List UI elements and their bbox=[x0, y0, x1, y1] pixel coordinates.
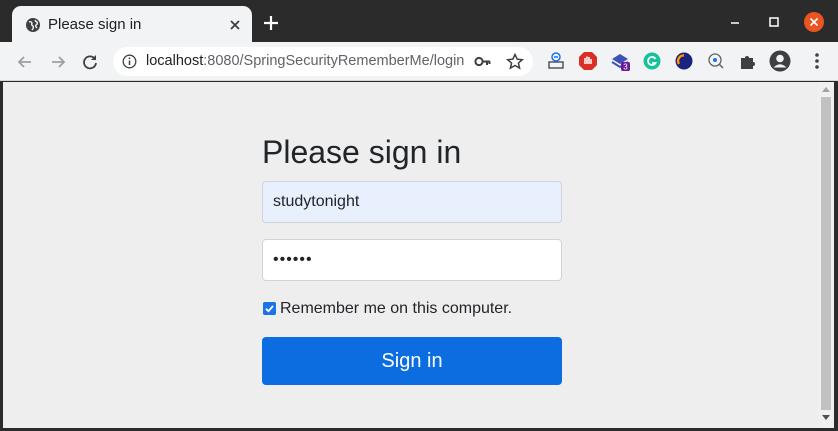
key-icon[interactable] bbox=[474, 54, 492, 69]
star-icon[interactable] bbox=[506, 53, 524, 70]
vertical-scrollbar[interactable] bbox=[818, 82, 834, 428]
browser-toolbar: localhost:8080/SpringSecurityRememberMe/… bbox=[0, 42, 838, 81]
url-path: :8080/SpringSecurityRememberMe/login bbox=[203, 53, 465, 69]
puzzle-icon[interactable] bbox=[738, 51, 758, 71]
forward-arrow-icon[interactable] bbox=[48, 52, 68, 72]
avatar-icon[interactable] bbox=[769, 50, 791, 72]
extension-stack-icon[interactable]: 3 bbox=[610, 51, 630, 71]
extension-badge: 3 bbox=[623, 63, 628, 72]
sign-in-button[interactable]: Sign in bbox=[262, 337, 562, 385]
kebab-menu-icon[interactable] bbox=[807, 51, 827, 71]
remember-me-checkbox[interactable] bbox=[263, 302, 276, 315]
extension-printer-icon[interactable] bbox=[546, 51, 566, 71]
back-arrow-icon[interactable] bbox=[15, 52, 35, 72]
extension-grammarly-icon[interactable] bbox=[642, 51, 662, 71]
remember-me-label[interactable]: Remember me on this computer. bbox=[280, 300, 512, 318]
extension-zoom-icon[interactable] bbox=[706, 51, 726, 71]
scrollbar-thumb[interactable] bbox=[821, 97, 831, 410]
url-text: localhost:8080/SpringSecurityRememberMe/… bbox=[146, 53, 464, 69]
minimize-icon[interactable] bbox=[725, 12, 745, 32]
tab-title: Please sign in bbox=[48, 16, 142, 33]
url-host: localhost bbox=[146, 53, 204, 69]
maximize-icon[interactable] bbox=[764, 12, 784, 32]
password-field[interactable]: •••••• bbox=[262, 239, 562, 281]
globe-icon bbox=[26, 18, 40, 32]
close-tab-icon[interactable] bbox=[226, 16, 244, 34]
scroll-up-arrow-icon[interactable] bbox=[822, 86, 830, 92]
page-title: Please sign in bbox=[262, 134, 462, 170]
new-tab-icon[interactable] bbox=[263, 15, 279, 31]
extension-adblock-icon[interactable] bbox=[578, 51, 598, 71]
close-window-icon[interactable] bbox=[804, 12, 824, 32]
reload-icon[interactable] bbox=[80, 52, 100, 72]
extension-ring-icon[interactable] bbox=[674, 51, 694, 71]
scroll-down-arrow-icon[interactable] bbox=[822, 415, 830, 421]
username-field[interactable]: studytonight bbox=[262, 181, 562, 223]
address-bar[interactable]: localhost:8080/SpringSecurityRememberMe/… bbox=[113, 47, 533, 76]
page-viewport: Please sign in studytonight •••••• Remem… bbox=[3, 82, 818, 428]
active-tab[interactable]: Please sign in bbox=[12, 6, 252, 44]
info-icon[interactable] bbox=[122, 54, 137, 69]
tab-strip: Please sign in bbox=[0, 0, 838, 44]
